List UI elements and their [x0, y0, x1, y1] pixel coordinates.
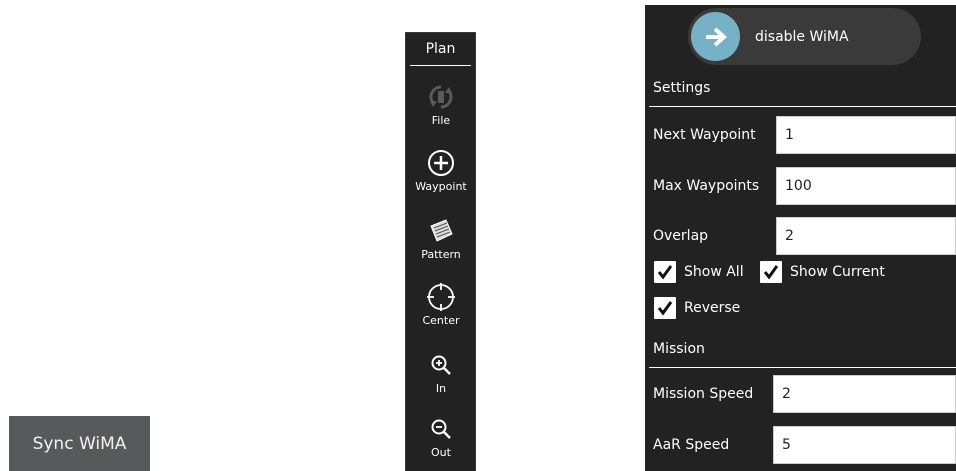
toggle-label: disable WiMA — [755, 28, 849, 45]
tool-center-label: Center — [422, 314, 460, 327]
tool-file-label: File — [431, 114, 451, 127]
tool-zoom-in-label: In — [435, 382, 447, 395]
overlap-label: Overlap — [653, 228, 709, 244]
sync-wima-button[interactable]: Sync WiMA — [9, 416, 150, 471]
mission-title: Mission — [653, 341, 705, 357]
reverse-checkbox[interactable]: Reverse — [654, 297, 740, 319]
show-all-checkbox[interactable]: Show All — [654, 261, 744, 283]
sync-file-icon — [426, 80, 456, 114]
checkmark-icon — [654, 297, 676, 319]
next-waypoint-label: Next Waypoint — [653, 127, 756, 143]
aar-speed-input[interactable] — [773, 426, 956, 464]
show-current-label: Show Current — [790, 264, 885, 280]
tool-zoom-out[interactable]: Out — [406, 412, 476, 460]
show-all-label: Show All — [684, 264, 744, 280]
plus-circle-icon — [426, 146, 456, 180]
plan-toolbar: Plan File Waypoint Pattern Center In Out — [405, 32, 476, 471]
arrow-right-icon — [705, 27, 727, 46]
tool-pattern-label: Pattern — [421, 248, 461, 261]
tool-center[interactable]: Center — [406, 280, 476, 328]
tool-zoom-out-label: Out — [431, 446, 451, 459]
zoom-out-icon — [429, 412, 453, 446]
tool-waypoint[interactable]: Waypoint — [406, 146, 476, 194]
mission-speed-label: Mission Speed — [653, 386, 754, 402]
crosshair-icon — [425, 280, 457, 314]
tool-waypoint-label: Waypoint — [415, 180, 467, 193]
tool-pattern[interactable]: Pattern — [406, 214, 476, 262]
show-current-checkbox[interactable]: Show Current — [760, 261, 885, 283]
toolbar-title: Plan — [425, 41, 456, 57]
next-waypoint-input[interactable] — [776, 116, 956, 154]
checkmark-icon — [654, 261, 676, 283]
tool-zoom-in[interactable]: In — [406, 348, 476, 396]
settings-divider — [649, 106, 956, 107]
wima-panel: disable WiMA Settings Next Waypoint Max … — [645, 5, 956, 471]
disable-wima-toggle[interactable]: disable WiMA — [688, 8, 921, 65]
max-waypoints-input[interactable] — [776, 167, 956, 205]
tool-file[interactable]: File — [406, 80, 476, 128]
toggle-knob — [691, 12, 740, 61]
checkmark-icon — [760, 261, 782, 283]
mission-divider — [649, 367, 956, 368]
aar-speed-label: AaR Speed — [653, 437, 730, 453]
pattern-icon — [426, 214, 456, 248]
zoom-in-icon — [429, 348, 453, 382]
toolbar-divider — [410, 65, 471, 66]
mission-speed-input[interactable] — [773, 375, 956, 413]
overlap-input[interactable] — [776, 217, 956, 255]
settings-title: Settings — [653, 80, 711, 96]
max-waypoints-label: Max Waypoints — [653, 178, 760, 194]
reverse-label: Reverse — [684, 300, 741, 316]
